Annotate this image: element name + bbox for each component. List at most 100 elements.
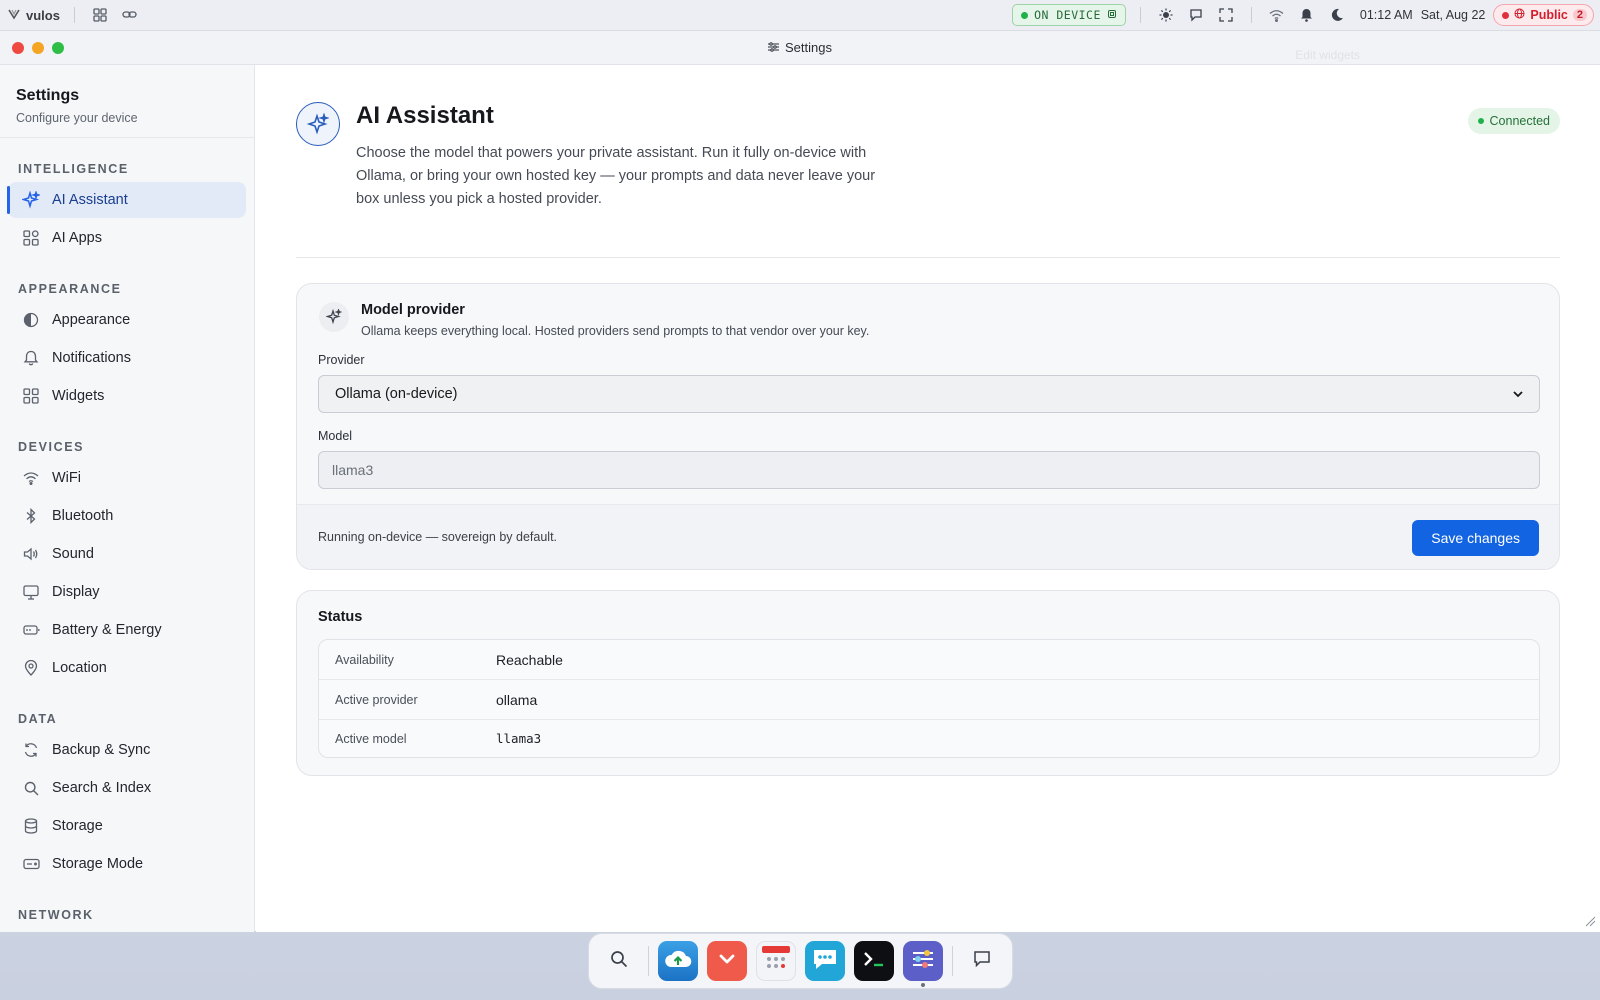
sidebar-item-sound[interactable]: Sound (8, 536, 246, 572)
table-row: Active provider ollama (319, 680, 1539, 720)
settings-window: Settings Edit widgets Settings Configure… (0, 31, 1600, 932)
drive-icon (22, 855, 40, 873)
moon-icon[interactable] (1326, 4, 1348, 26)
sidebar-item-ai-assistant[interactable]: AI Assistant (7, 182, 246, 218)
apps-grid-icon (22, 229, 40, 247)
settings-main: AI Assistant Choose the model that power… (256, 65, 1600, 932)
model-input[interactable]: llama3 (318, 451, 1540, 489)
sync-icon (22, 741, 40, 759)
settings-sidebar: Settings Configure your device INTELLIGE… (0, 65, 255, 932)
sidebar-item-wifi[interactable]: WiFi (8, 460, 246, 496)
resize-grip-icon[interactable] (1585, 916, 1596, 930)
sliders-icon (768, 40, 779, 55)
sidebar-item-label: Search & Index (52, 780, 152, 796)
model-input-value: llama3 (332, 462, 374, 478)
bell-status-icon[interactable] (1296, 4, 1318, 26)
dock-search-button[interactable] (599, 941, 639, 981)
sidebar-item-label: Bluetooth (52, 508, 114, 524)
footer-note: Running on-device — sovereign by default… (318, 530, 558, 544)
dock-pocket-app[interactable] (707, 941, 747, 981)
wifi-status-icon[interactable] (1266, 4, 1288, 26)
on-device-label: ON DEVICE (1034, 8, 1101, 22)
status-badge-label: Connected (1489, 114, 1550, 128)
status-dot-icon (1021, 11, 1029, 19)
bluetooth-icon (22, 507, 40, 525)
sidebar-item-label: Battery & Energy (52, 622, 162, 638)
bell-icon (22, 349, 40, 367)
dock-cloud-upload-app[interactable] (658, 941, 698, 981)
provider-select-value: Ollama (on-device) (335, 386, 458, 402)
sidebar-item-backup-sync[interactable]: Backup & Sync (8, 732, 246, 768)
sidebar-item-widgets[interactable]: Widgets (8, 378, 246, 414)
calendar-icon (760, 943, 792, 980)
divider (73, 7, 75, 23)
dock-messages-button[interactable] (962, 941, 1002, 981)
dock-calendar-app[interactable] (756, 941, 796, 981)
table-row: Availability Reachable (319, 640, 1539, 680)
link-icon[interactable] (119, 4, 141, 26)
apps-grid-icon[interactable] (89, 4, 111, 26)
sidebar-item-location[interactable]: Location (8, 650, 246, 686)
divider (648, 946, 649, 976)
edit-widgets-link[interactable]: Edit widgets (1295, 48, 1360, 62)
contrast-icon (22, 311, 40, 329)
sparkle-icon (296, 102, 340, 146)
sidebar-item-label: Display (52, 584, 100, 600)
public-label: Public (1530, 8, 1568, 22)
sidebar-item-ai-apps[interactable]: AI Apps (8, 220, 246, 256)
public-network-badge[interactable]: Public 2 (1493, 4, 1594, 26)
sidebar-item-appearance[interactable]: Appearance (8, 302, 246, 338)
app-logo[interactable]: vulos (8, 8, 60, 23)
sidebar-item-label: Notifications (52, 350, 131, 366)
window-titlebar[interactable]: Settings Edit widgets (0, 31, 1600, 65)
sidebar-title: Settings (16, 87, 80, 104)
provider-select[interactable]: Ollama (on-device) (318, 375, 1540, 413)
menu-bar: vulos ON DEVICE 01:12 AM Sat, Aug 22 Pub… (0, 0, 1600, 31)
dock-chat-app[interactable] (805, 941, 845, 981)
window-title: Settings (0, 40, 1600, 55)
connected-dot-icon (1477, 118, 1484, 124)
sidebar-item-storage[interactable]: Storage (8, 808, 246, 844)
model-provider-card: Model provider Ollama keeps everything l… (296, 283, 1560, 570)
sidebar-item-display[interactable]: Display (8, 574, 246, 610)
sidebar-item-battery[interactable]: Battery & Energy (8, 612, 246, 648)
sidebar-section-devices: DEVICES (18, 440, 85, 454)
dock-terminal-app[interactable] (854, 941, 894, 981)
divider (952, 946, 953, 976)
sidebar-item-bluetooth[interactable]: Bluetooth (8, 498, 246, 534)
status-badge: Connected (1467, 108, 1560, 134)
widgets-icon (22, 387, 40, 405)
on-device-indicator[interactable]: ON DEVICE (1012, 4, 1126, 26)
dock-settings-app[interactable] (903, 941, 943, 987)
status-key: Availability (335, 652, 394, 667)
location-pin-icon (22, 659, 40, 677)
terminal-icon (862, 950, 886, 973)
model-label: Model (318, 429, 353, 443)
status-value: Reachable (496, 651, 563, 668)
database-icon (22, 817, 40, 835)
divider (1139, 7, 1141, 23)
card-title: Status (318, 609, 363, 625)
chat-bubble-icon[interactable] (1185, 4, 1207, 26)
clock-date[interactable]: Sat, Aug 22 (1421, 8, 1486, 22)
sidebar-section-data: DATA (18, 712, 58, 726)
divider (1250, 7, 1252, 23)
sidebar-item-label: Backup & Sync (52, 742, 151, 758)
provider-label: Provider (318, 353, 365, 367)
sidebar-item-search-index[interactable]: Search & Index (8, 770, 246, 806)
clock-time[interactable]: 01:12 AM (1360, 8, 1413, 22)
save-changes-button[interactable]: Save changes (1412, 520, 1539, 556)
brightness-icon[interactable] (1155, 4, 1177, 26)
chip-icon (1107, 8, 1117, 22)
settings-sliders-icon (909, 945, 937, 978)
chevron-down-icon (1513, 386, 1523, 402)
fullscreen-icon[interactable] (1215, 4, 1237, 26)
sidebar-item-label: Appearance (52, 312, 131, 328)
sidebar-section-network: NETWORK (18, 908, 94, 922)
cloud-upload-icon (664, 948, 692, 975)
sparkle-icon (319, 302, 349, 332)
page-title: AI Assistant (356, 102, 494, 129)
sidebar-item-notifications[interactable]: Notifications (8, 340, 246, 376)
app-name: vulos (26, 7, 60, 23)
sidebar-item-storage-mode[interactable]: Storage Mode (8, 846, 246, 882)
